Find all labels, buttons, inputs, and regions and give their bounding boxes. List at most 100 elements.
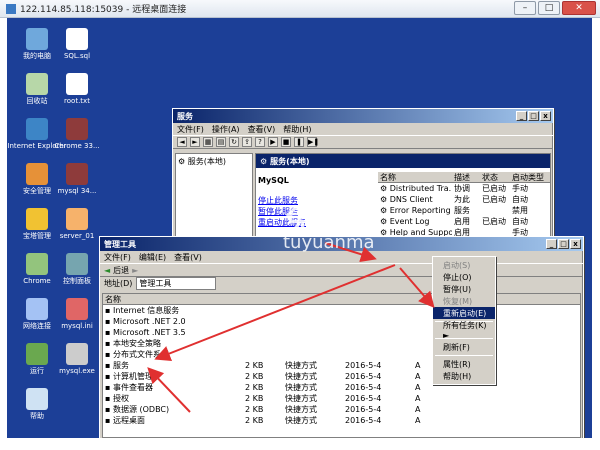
admin-tool-item[interactable]: ▪ 授权 2 KB 快捷方式 2016-5-4 A <box>103 393 580 404</box>
admin-tools-toolbar: ◄ 后退 ► <box>100 263 583 277</box>
context-menu-item[interactable]: 暂停(U) <box>433 283 495 295</box>
forward-icon[interactable]: ► <box>132 266 138 275</box>
admin-tool-item[interactable]: ▪ 分布式文件系统 <box>103 349 580 360</box>
admin-tool-item[interactable]: ▪ 计算机管理 2 KB 快捷方式 2016-5-4 A <box>103 371 580 382</box>
column-name[interactable]: 名称 <box>103 294 243 305</box>
service-row[interactable]: ⚙ Error Reporting 服务 禁用 <box>378 205 550 216</box>
admin-tool-item[interactable]: ▪ 本地安全策略 <box>103 338 580 349</box>
context-menu-item[interactable]: 重新启动(E) <box>433 307 495 319</box>
column-startup[interactable]: 启动类型 <box>510 172 548 183</box>
file-sizes: 2 KB <box>245 361 264 370</box>
services-title: 服务 <box>177 111 193 121</box>
desktop-icon[interactable]: 帮助 <box>7 388 67 420</box>
admin-tool-item[interactable]: ▪ 数据源 (ODBC) 2 KB 快捷方式 2016-5-4 A <box>103 404 580 415</box>
services-menubar: 文件(F) 操作(A) 查看(V) 帮助(H) <box>173 123 553 135</box>
desktop-icon-label: Internet Explorer <box>7 142 67 150</box>
app-icon <box>26 28 48 50</box>
rdp-titlebar[interactable]: 122.114.85.118:15039 - 远程桌面连接 – □ ✕ <box>0 0 600 18</box>
desktop-icon[interactable]: 我的电脑 <box>7 28 67 60</box>
column-name[interactable]: 名称 <box>378 172 452 183</box>
context-menu-item[interactable]: 刷新(F) <box>433 341 495 353</box>
address-input[interactable]: 管理工具 <box>136 277 217 290</box>
services-titlebar[interactable]: 服务 _ □ x <box>173 109 553 123</box>
desktop-icon[interactable]: 安全管理 <box>7 163 67 195</box>
maximize-button[interactable]: □ <box>538 1 560 15</box>
app-icon <box>26 208 48 230</box>
menu-edit[interactable]: 编辑(E) <box>139 252 166 263</box>
desktop-icon[interactable]: Chrome <box>7 253 67 285</box>
admin-tool-item[interactable]: ▪ Microsoft .NET 2.0 <box>103 316 580 327</box>
stop-icon[interactable]: ■ <box>281 137 291 147</box>
pause-icon[interactable]: ❚ <box>294 137 304 147</box>
context-menu-item[interactable]: 属性(R) <box>433 358 495 370</box>
context-menu-item[interactable]: 启动(S) <box>433 259 495 271</box>
forward-icon[interactable]: ► <box>190 137 200 147</box>
properties-icon[interactable]: ▤ <box>216 137 226 147</box>
desktop-icon[interactable]: 回收站 <box>7 73 67 105</box>
admin-tool-item[interactable]: ▪ Microsoft .NET 3.5 <box>103 327 580 338</box>
file-attrs: A <box>415 405 421 414</box>
file-types: 快捷方式 <box>285 394 317 403</box>
admin-tools-list: 名称 ▪ Internet 信息服务 ▪ Microsoft .NET 2.0 ▪ … <box>102 293 581 438</box>
export-icon[interactable]: ⇪ <box>242 137 252 147</box>
services-grid-header: 名称 描述 状态 启动类型 <box>378 172 550 183</box>
minimize-button[interactable]: _ <box>516 111 527 121</box>
column-status[interactable]: 状态 <box>480 172 510 183</box>
context-menu-item[interactable]: 所有任务(K) ► <box>433 321 495 340</box>
menu-file[interactable]: 文件(F) <box>177 124 204 135</box>
menu-view[interactable]: 查看(V) <box>248 124 276 135</box>
admin-tool-item[interactable]: ▪ 事件查看器 2 KB 快捷方式 2016-5-4 A <box>103 382 580 393</box>
context-menu-item[interactable]: 帮助(H) <box>433 370 495 382</box>
minimize-button[interactable]: – <box>514 1 536 15</box>
service-row[interactable]: ⚙ Event Log 启用 已启动 自动 <box>378 216 550 227</box>
admin-tool-item[interactable]: ▪ 远程桌面 2 KB 快捷方式 2016-5-4 A <box>103 415 580 426</box>
file-sizes: 2 KB <box>245 416 264 425</box>
admin-tool-name: ▪ Microsoft .NET 3.5 <box>105 328 186 337</box>
console-tree-icon[interactable]: ▦ <box>203 137 213 147</box>
file-attrs: A <box>415 416 421 425</box>
menu-file[interactable]: 文件(F) <box>104 252 131 263</box>
menu-help[interactable]: 帮助(H) <box>283 124 311 135</box>
service-start: 禁用 <box>512 206 528 215</box>
context-menu-item[interactable]: 停止(O) <box>433 271 495 283</box>
desktop-icon-label: 安全管理 <box>23 187 51 195</box>
desktop-icon[interactable]: Internet Explorer <box>7 118 67 150</box>
context-menu-item[interactable]: 恢复(M) <box>433 295 495 307</box>
close-button[interactable]: x <box>540 111 551 121</box>
app-icon <box>66 28 88 50</box>
app-icon <box>26 298 48 320</box>
admin-tools-window: 管理工具 _ □ x 文件(F) 编辑(E) 查看(V) ◄ 后退 ► 地址(D) … <box>99 236 584 438</box>
admin-tool-name: ▪ Internet 信息服务 <box>105 306 180 315</box>
back-button[interactable]: 后退 <box>113 265 129 276</box>
service-row[interactable]: ⚙ Distributed Tra... 协调 已启动 手动 <box>378 183 550 194</box>
desktop-icon[interactable]: 网络连接 <box>7 298 67 330</box>
restart-icon[interactable]: ▶❚ <box>307 137 319 147</box>
admin-tool-name: ▪ 授权 <box>105 394 129 403</box>
maximize-button[interactable]: □ <box>528 111 539 121</box>
desktop-icon-label: 我的电脑 <box>23 52 51 60</box>
service-desc: 协调 <box>454 184 470 193</box>
desktop-icon[interactable]: 运行 <box>7 343 67 375</box>
admin-tool-item[interactable]: ▪ Internet 信息服务 <box>103 305 580 316</box>
minimize-button[interactable]: _ <box>546 239 557 249</box>
desktop-icon[interactable]: 宝塔管理 <box>7 208 67 240</box>
admin-tool-item[interactable]: ▪ 服务 2 KB 快捷方式 2016-5-4 A <box>103 360 580 371</box>
service-status: 已启动 <box>482 195 506 204</box>
close-button[interactable]: x <box>570 239 581 249</box>
file-dates: 2016-5-4 <box>345 405 382 414</box>
back-icon[interactable]: ◄ <box>104 266 110 275</box>
help-icon[interactable]: ? <box>255 137 265 147</box>
close-button[interactable]: ✕ <box>562 1 596 15</box>
tree-item-services-local[interactable]: ⚙ 服务(本地) <box>176 154 252 169</box>
refresh-icon[interactable]: ↻ <box>229 137 239 147</box>
file-dates: 2016-5-4 <box>345 394 382 403</box>
column-desc[interactable]: 描述 <box>452 172 480 183</box>
menu-view[interactable]: 查看(V) <box>174 252 202 263</box>
back-icon[interactable]: ◄ <box>177 137 187 147</box>
service-row[interactable]: ⚙ DNS Client 为此 已启动 自动 <box>378 194 550 205</box>
admin-tools-title: 管理工具 <box>104 239 136 249</box>
menu-action[interactable]: 操作(A) <box>212 124 240 135</box>
maximize-button[interactable]: □ <box>558 239 569 249</box>
app-icon <box>66 208 88 230</box>
play-icon[interactable]: ▶ <box>268 137 278 147</box>
